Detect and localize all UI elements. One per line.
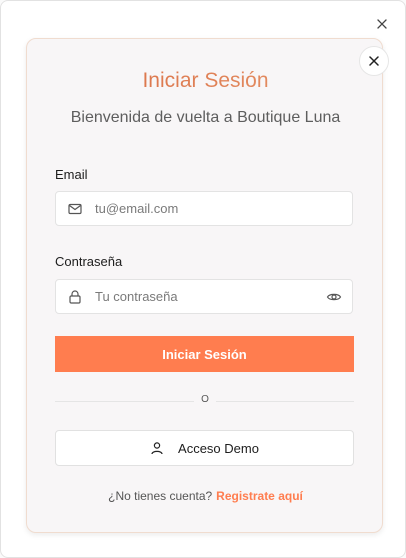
eye-icon[interactable] (326, 289, 342, 305)
register-link[interactable]: Registrate aquí (216, 489, 303, 503)
password-field[interactable] (55, 279, 353, 314)
page-title: Iniciar Sesión (27, 69, 384, 93)
modal-window: Iniciar Sesión Bienvenida de vuelta a Bo… (0, 0, 406, 558)
password-input[interactable] (93, 288, 326, 305)
divider-text: O (194, 394, 216, 405)
signup-prompt-text: ¿No tienes cuenta? (108, 489, 213, 503)
demo-access-button[interactable]: Acceso Demo (55, 430, 354, 466)
mail-icon (67, 201, 83, 217)
login-button[interactable]: Iniciar Sesión (55, 336, 354, 372)
close-icon (369, 56, 379, 66)
lock-icon (67, 289, 83, 305)
demo-button-label: Acceso Demo (178, 440, 259, 456)
login-card: Iniciar Sesión Bienvenida de vuelta a Bo… (26, 38, 389, 533)
page-subtitle: Bienvenida de vuelta a Boutique Luna (70, 109, 341, 126)
password-label: Contraseña (55, 254, 123, 269)
email-label: Email (55, 167, 88, 182)
close-icon[interactable] (373, 15, 391, 33)
email-field[interactable] (55, 191, 353, 226)
email-input[interactable] (93, 200, 352, 217)
signup-prompt: ¿No tienes cuenta? Registrate aquí (27, 489, 384, 503)
user-icon (150, 441, 164, 455)
